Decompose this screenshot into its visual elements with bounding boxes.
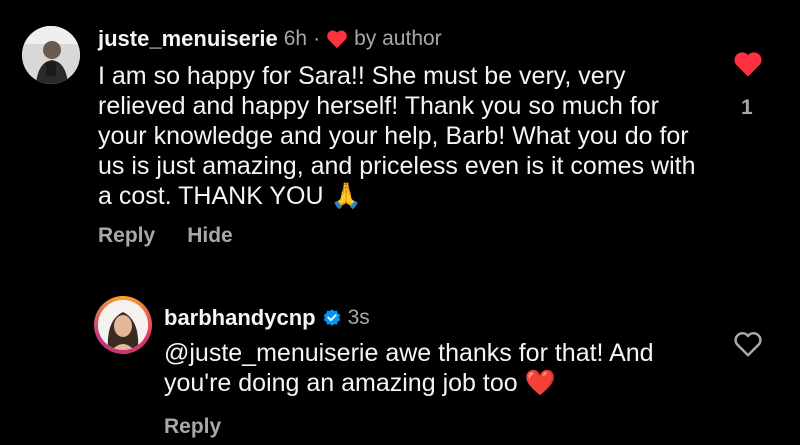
comment-body: I am so happy for Sara!! She must be ver… [98,62,696,210]
separator-dot: · [313,27,321,50]
hide-button[interactable]: Hide [187,224,233,248]
pray-emoji: 🙏 [330,182,362,210]
avatar-barbhandycnp[interactable] [94,296,152,354]
reply-username[interactable]: barbhandycnp [164,305,316,331]
reply-text: @juste_menuiserie awe thanks for that! A… [164,338,724,398]
avatar-juste-menuiserie[interactable] [22,26,80,84]
comment-username[interactable]: juste_menuiserie [98,26,278,52]
author-heart-icon [327,30,347,49]
reply-button[interactable]: Reply [164,415,221,438]
reply-button[interactable]: Reply [98,224,155,248]
by-author-label: by author [354,27,442,50]
like-heart-outline-icon[interactable] [733,330,763,358]
like-count: 1 [741,96,753,119]
reply-time: 3s [347,306,370,329]
avatar-image [22,26,80,84]
comment-text: I am so happy for Sara!! She must be ver… [98,61,708,211]
like-heart-icon[interactable] [733,50,763,78]
mention-link[interactable]: @juste_menuiserie [164,339,378,367]
comment-actions: Reply Hide [98,224,233,248]
reply-header: barbhandycnp 3s [164,305,370,331]
reply-actions: Reply [164,415,221,439]
comment-header: juste_menuiserie 6h · by author [98,26,442,52]
heart-emoji: ❤️ [524,369,556,397]
avatar-image [98,300,148,350]
verified-badge-icon [323,309,340,326]
comment-time: 6h [283,27,308,50]
